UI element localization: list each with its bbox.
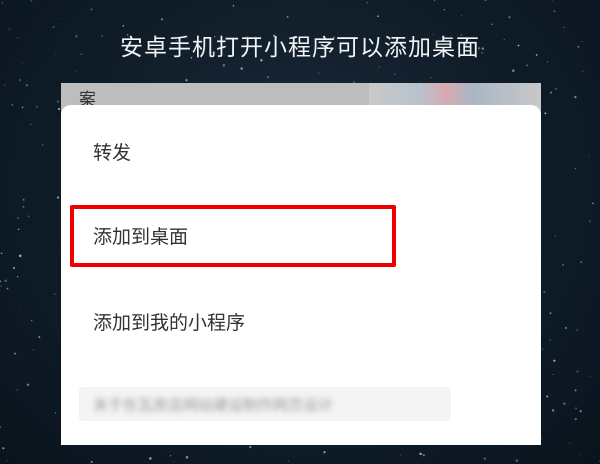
highlight-box	[70, 205, 396, 267]
page-title: 安卓手机打开小程序可以添加桌面	[120, 35, 480, 61]
menu-item-forward[interactable]: 转发	[93, 138, 131, 165]
action-sheet: 转发 添加到桌面 添加到我的小程序 关于在瓦房店网站建设制作网页设计	[61, 105, 541, 445]
blurred-watermark-text: 关于在瓦房店网站建设制作网页设计	[93, 396, 334, 414]
blurred-watermark: 关于在瓦房店网站建设制作网页设计	[79, 387, 451, 421]
menu-item-add-to-my-miniprograms[interactable]: 添加到我的小程序	[93, 308, 245, 335]
